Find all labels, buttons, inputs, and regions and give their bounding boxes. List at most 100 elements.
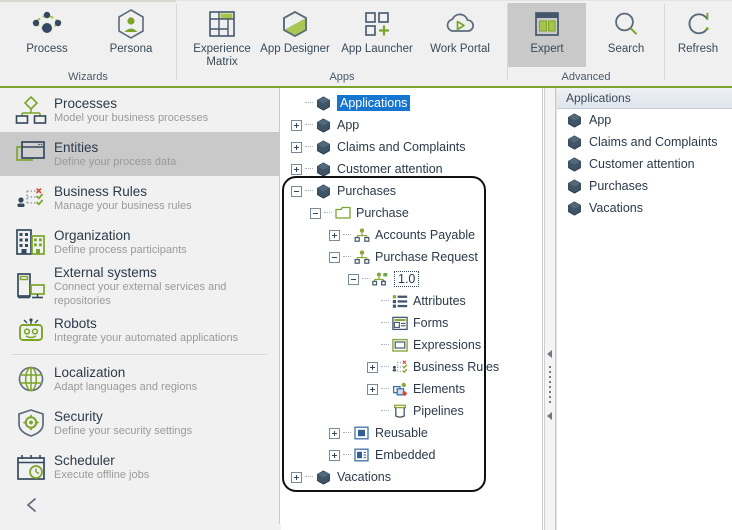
- scheduler-calendar-icon: [10, 450, 52, 484]
- tree-connector-line: [343, 234, 351, 236]
- splitter-collapse-arrow-bottom[interactable]: [547, 412, 552, 420]
- tree-node[interactable]: Pipelines: [285, 400, 542, 422]
- list-item[interactable]: Claims and Complaints: [556, 131, 732, 153]
- tree-node[interactable]: Embedded: [285, 444, 542, 466]
- list-item[interactable]: Purchases: [556, 175, 732, 197]
- reusable-icon: [353, 425, 370, 442]
- search-icon: [588, 7, 664, 41]
- panel-splitter[interactable]: [544, 88, 556, 530]
- tree-node-label[interactable]: Claims and Complaints: [337, 140, 466, 154]
- process-network-icon: [4, 7, 90, 41]
- tree-node[interactable]: Expressions: [285, 334, 542, 356]
- tree-node[interactable]: Applications: [285, 92, 542, 114]
- tree-node-label[interactable]: Elements: [413, 382, 465, 396]
- list-item[interactable]: Vacations: [556, 197, 732, 219]
- tree-node-label[interactable]: Expressions: [413, 338, 481, 352]
- tree-node[interactable]: Forms: [285, 312, 542, 334]
- tree-node-label[interactable]: Purchases: [337, 184, 396, 198]
- tree-node-label[interactable]: Purchase: [356, 206, 409, 220]
- ribbon-button-app-launcher[interactable]: App Launcher: [334, 3, 420, 67]
- tree-node-label[interactable]: Business Rules: [413, 360, 499, 374]
- tree-node[interactable]: Reusable: [285, 422, 542, 444]
- list-item[interactable]: Customer attention: [556, 153, 732, 175]
- expand-plus-icon[interactable]: [329, 449, 340, 461]
- sidebar-item-robots[interactable]: Robots Integrate your automated applicat…: [0, 308, 279, 352]
- sidebar-item-external-systems[interactable]: External systems Connect your external s…: [0, 264, 279, 308]
- expand-plus-icon[interactable]: [367, 361, 378, 373]
- tree-node[interactable]: Elements: [285, 378, 542, 400]
- ribbon-button-app-designer[interactable]: App Designer: [252, 3, 338, 67]
- tree-node-label[interactable]: Forms: [413, 316, 448, 330]
- tree-node[interactable]: Purchase Request: [285, 246, 542, 268]
- tree-node[interactable]: Purchases: [285, 180, 542, 202]
- security-shield-icon: [10, 406, 52, 440]
- expand-plus-icon[interactable]: [329, 229, 340, 241]
- app-launcher-icon: [334, 7, 420, 41]
- sidebar-item-organization[interactable]: Organization Define process participants: [0, 220, 279, 264]
- sidebar-item-security[interactable]: Security Define your security settings: [0, 401, 279, 445]
- ribbon-toolbar: Process Persona Wizards Experience Matri…: [0, 0, 732, 88]
- sidebar-item-scheduler[interactable]: Scheduler Execute offline jobs: [0, 445, 279, 489]
- ribbon-button-process[interactable]: Process: [4, 3, 90, 67]
- sidebar-item-title: Entities: [54, 139, 99, 155]
- tree-node[interactable]: Vacations: [285, 466, 542, 488]
- ribbon-group-advanced: Expert Search Advanced: [508, 1, 664, 86]
- list-item-label: Customer attention: [589, 157, 695, 171]
- sidebar-collapse-button[interactable]: [18, 492, 46, 520]
- sidebar-item-subtitle: Model your business processes: [54, 111, 209, 124]
- expand-plus-icon[interactable]: [367, 383, 378, 395]
- ribbon-button-label: Expert: [530, 43, 564, 55]
- expand-plus-icon[interactable]: [291, 141, 302, 153]
- splitter-collapse-arrow-top[interactable]: [547, 350, 552, 358]
- sidebar-item-business-rules[interactable]: Business Rules Manage your business rule…: [0, 176, 279, 220]
- expand-plus-icon[interactable]: [291, 119, 302, 131]
- ribbon-button-search[interactable]: Search: [588, 3, 664, 67]
- collapse-minus-icon[interactable]: [329, 251, 340, 263]
- tree-node-label[interactable]: Reusable: [375, 426, 428, 440]
- tree-node[interactable]: Purchase: [285, 202, 542, 224]
- tree-node-label[interactable]: Purchase Request: [375, 250, 478, 264]
- sidebar-item-subtitle: Integrate your automated applications: [54, 331, 239, 344]
- ribbon-button-expert[interactable]: Expert: [508, 3, 586, 67]
- sidebar-item-localization[interactable]: Localization Adapt languages and regions: [0, 357, 279, 401]
- tree-node-label[interactable]: Vacations: [337, 470, 391, 484]
- applications-list-panel: Applications App Claims and Complaints Cus…: [556, 88, 732, 530]
- list-item[interactable]: App: [556, 109, 732, 131]
- tree-node[interactable]: 1.0: [285, 268, 542, 290]
- persona-icon: [88, 7, 174, 41]
- ribbon-group-apps: Experience Matrix App Designer App Launc…: [177, 1, 507, 86]
- sidebar-item-subtitle: Adapt languages and regions: [54, 380, 198, 393]
- tree-node-label[interactable]: Applications: [337, 95, 411, 111]
- expand-plus-icon[interactable]: [329, 427, 340, 439]
- sidebar-item-subtitle: Define your process data: [54, 155, 177, 168]
- splitter-grip[interactable]: [549, 366, 551, 406]
- expand-plus-icon[interactable]: [291, 163, 302, 175]
- tree-node-label[interactable]: Customer attention: [337, 162, 443, 176]
- tree-node-label[interactable]: Attributes: [413, 294, 466, 308]
- tree-node-label[interactable]: Pipelines: [413, 404, 464, 418]
- app-designer-icon: [252, 7, 338, 41]
- tree-node[interactable]: Attributes: [285, 290, 542, 312]
- expand-plus-icon[interactable]: [291, 471, 302, 483]
- tree-node-label[interactable]: Accounts Payable: [375, 228, 475, 242]
- ribbon-button-work-portal[interactable]: Work Portal: [417, 3, 503, 67]
- tree-node-leaf-connector: [367, 318, 378, 329]
- sidebar-item-processes[interactable]: Processes Model your business processes: [0, 88, 279, 132]
- ribbon-button-persona[interactable]: Persona: [88, 3, 174, 67]
- collapse-minus-icon[interactable]: [310, 207, 321, 219]
- tree-node[interactable]: Claims and Complaints: [285, 136, 542, 158]
- ribbon-button-refresh[interactable]: Refresh: [660, 3, 732, 67]
- tree-node[interactable]: Customer attention: [285, 158, 542, 180]
- tree-connector-line: [305, 168, 313, 170]
- tree-connector-line: [381, 388, 389, 390]
- collapse-minus-icon[interactable]: [348, 273, 359, 285]
- tree-node[interactable]: Accounts Payable: [285, 224, 542, 246]
- tree-node-label[interactable]: App: [337, 118, 359, 132]
- collapse-minus-icon[interactable]: [291, 185, 302, 197]
- tree-node-label[interactable]: 1.0: [394, 271, 420, 287]
- tree-node[interactable]: App: [285, 114, 542, 136]
- sidebar-item-entities[interactable]: Entities Define your process data: [0, 132, 279, 176]
- applications-tree-panel: Applications App Claims and Complaints Cust…: [281, 88, 543, 530]
- tree-node-label[interactable]: Embedded: [375, 448, 435, 462]
- tree-node[interactable]: Business Rules: [285, 356, 542, 378]
